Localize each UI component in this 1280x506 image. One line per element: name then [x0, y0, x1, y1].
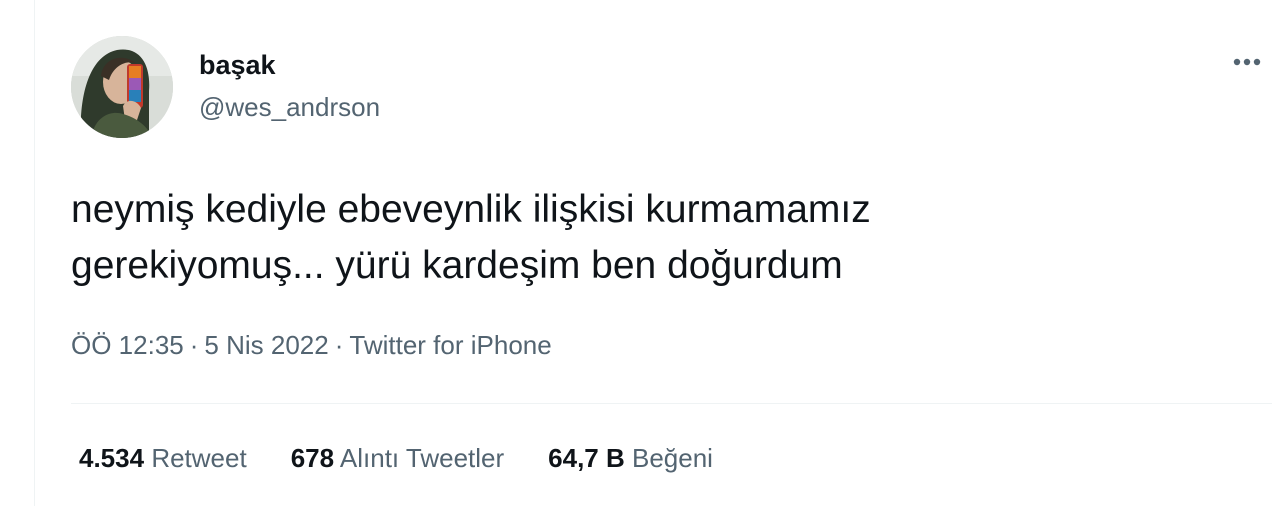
retweets-count: 4.534: [79, 443, 145, 473]
avatar[interactable]: [71, 36, 173, 138]
more-options-button[interactable]: [1227, 50, 1267, 74]
user-handle[interactable]: @wes_andrson: [199, 92, 380, 123]
retweets-stat[interactable]: 4.534 Retweet: [79, 443, 247, 474]
quotes-stat[interactable]: 678 Alıntı Tweetler: [291, 443, 504, 474]
tweet-text: neymiş kediyle ebeveynlik ilişkisi kurma…: [71, 188, 871, 287]
tweet-date[interactable]: 5 Nis 2022: [204, 330, 328, 360]
meta-separator: ·: [334, 330, 344, 360]
likes-label: Beğeni: [632, 443, 713, 473]
tweet-metadata: ÖÖ 12:35 · 5 Nis 2022 · Twitter for iPhone: [71, 330, 552, 361]
tweet-source[interactable]: Twitter for iPhone: [349, 330, 551, 360]
likes-count: 64,7 B: [548, 443, 625, 473]
quotes-count: 678: [290, 443, 335, 473]
tweet-card: başak @wes_andrson neymiş kediyle ebevey…: [34, 0, 1280, 506]
divider: [71, 403, 1272, 404]
avatar-photo: [71, 36, 173, 138]
engagement-stats: 4.534 Retweet 678 Alıntı Tweetler 64,7 B…: [79, 443, 713, 474]
meta-separator: ·: [189, 330, 199, 360]
retweets-label: Retweet: [151, 443, 247, 473]
display-name[interactable]: başak: [199, 50, 276, 81]
more-horizontal-icon: [1233, 58, 1261, 66]
quotes-label: Alıntı Tweetler: [339, 443, 505, 473]
tweet-time[interactable]: ÖÖ 12:35: [71, 330, 184, 360]
likes-stat[interactable]: 64,7 B Beğeni: [548, 443, 713, 474]
